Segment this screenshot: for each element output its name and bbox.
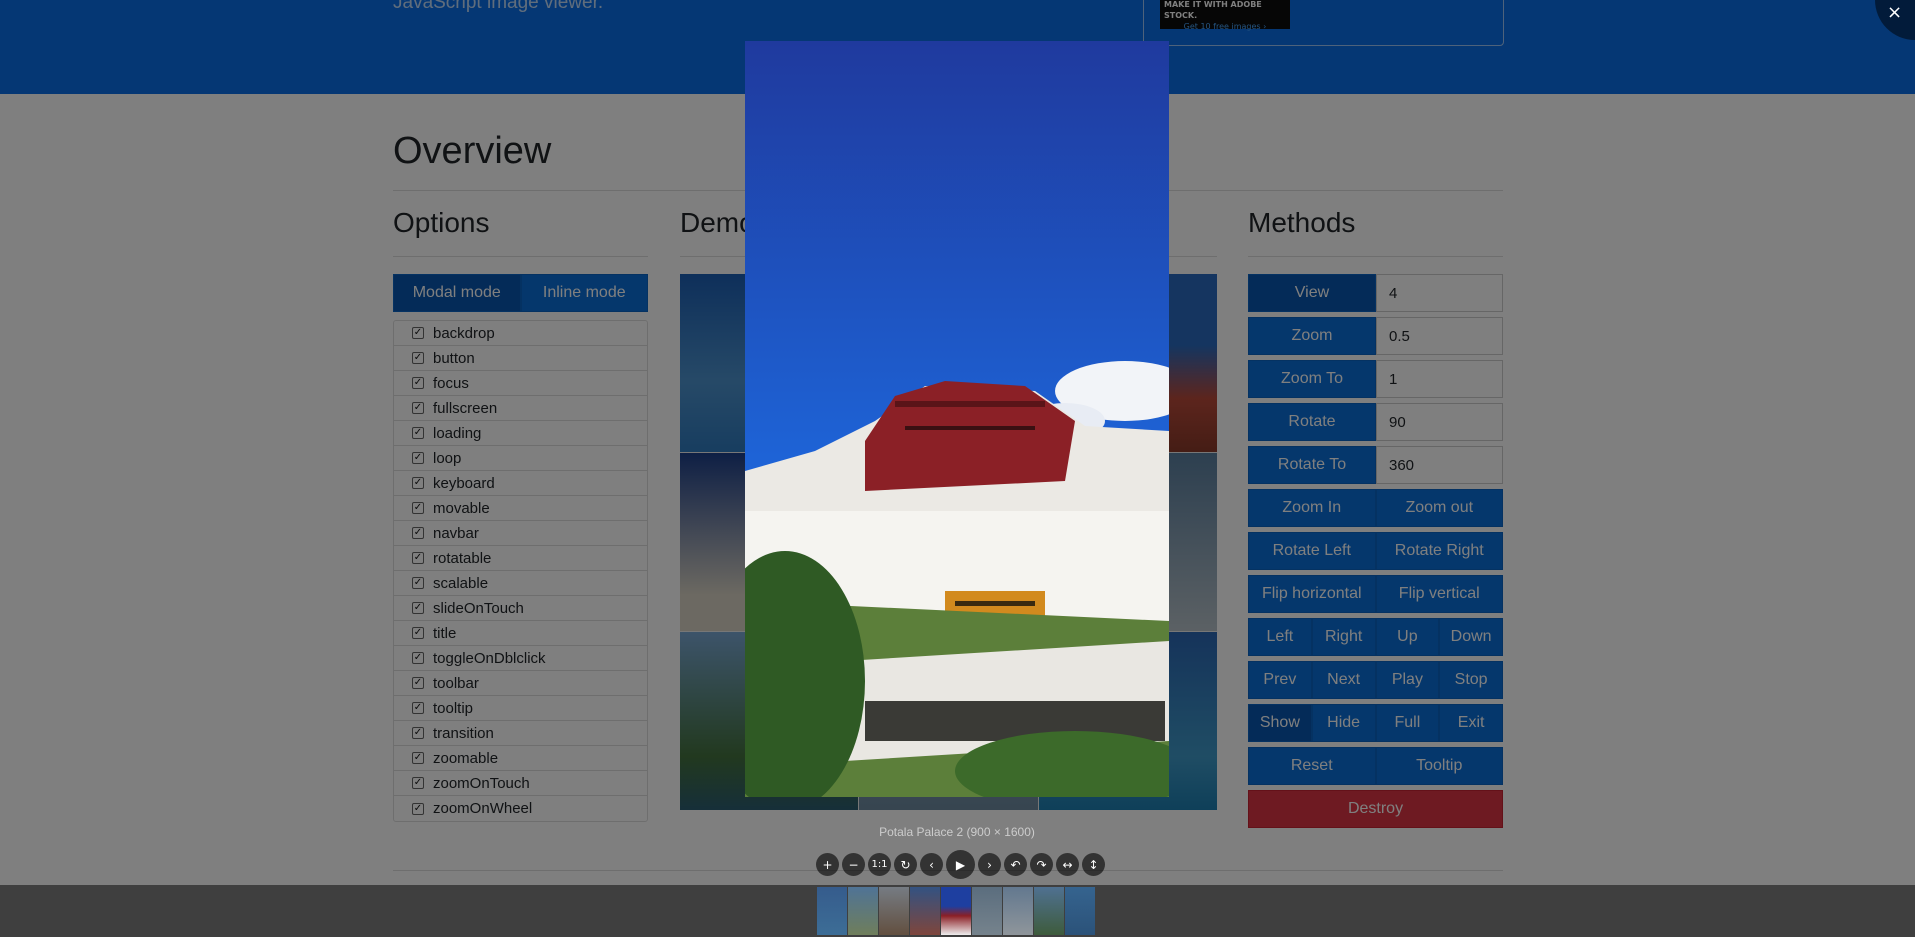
viewer-title: Potala Palace 2 (900 × 1600) <box>879 825 1035 839</box>
flip-vertical-icon[interactable]: ↕ <box>1082 853 1105 876</box>
viewer-image[interactable] <box>745 41 1169 797</box>
rotate-right-icon[interactable]: ↷ <box>1030 853 1053 876</box>
nav-thumbnail[interactable] <box>1003 887 1033 935</box>
flip-horizontal-icon[interactable]: ↔ <box>1056 853 1079 876</box>
rotate-left-icon[interactable]: ↶ <box>1004 853 1027 876</box>
nav-thumbnail-active[interactable] <box>941 887 971 935</box>
nav-thumbnail[interactable] <box>879 887 909 935</box>
zoom-out-icon[interactable]: − <box>842 853 865 876</box>
reset-icon[interactable]: ↻ <box>894 853 917 876</box>
prev-icon[interactable]: ‹ <box>920 853 943 876</box>
zoom-in-icon[interactable]: + <box>816 853 839 876</box>
potala-palace-image <box>745 41 1169 797</box>
nav-thumbnail[interactable] <box>910 887 940 935</box>
nav-thumbnail[interactable] <box>1065 887 1095 935</box>
close-icon: × <box>1887 2 1903 23</box>
one-to-one-icon[interactable]: 1:1 <box>868 853 891 876</box>
nav-thumbnail[interactable] <box>848 887 878 935</box>
nav-thumbnail[interactable] <box>1034 887 1064 935</box>
play-icon[interactable]: ▶ <box>946 850 975 879</box>
next-icon[interactable]: › <box>978 853 1001 876</box>
viewer-toolbar: + − 1:1 ↻ ‹ ▶ › ↶ ↷ ↔ ↕ <box>816 850 1105 879</box>
viewer-thumbnail-list <box>817 887 1095 935</box>
nav-thumbnail[interactable] <box>817 887 847 935</box>
nav-thumbnail[interactable] <box>972 887 1002 935</box>
